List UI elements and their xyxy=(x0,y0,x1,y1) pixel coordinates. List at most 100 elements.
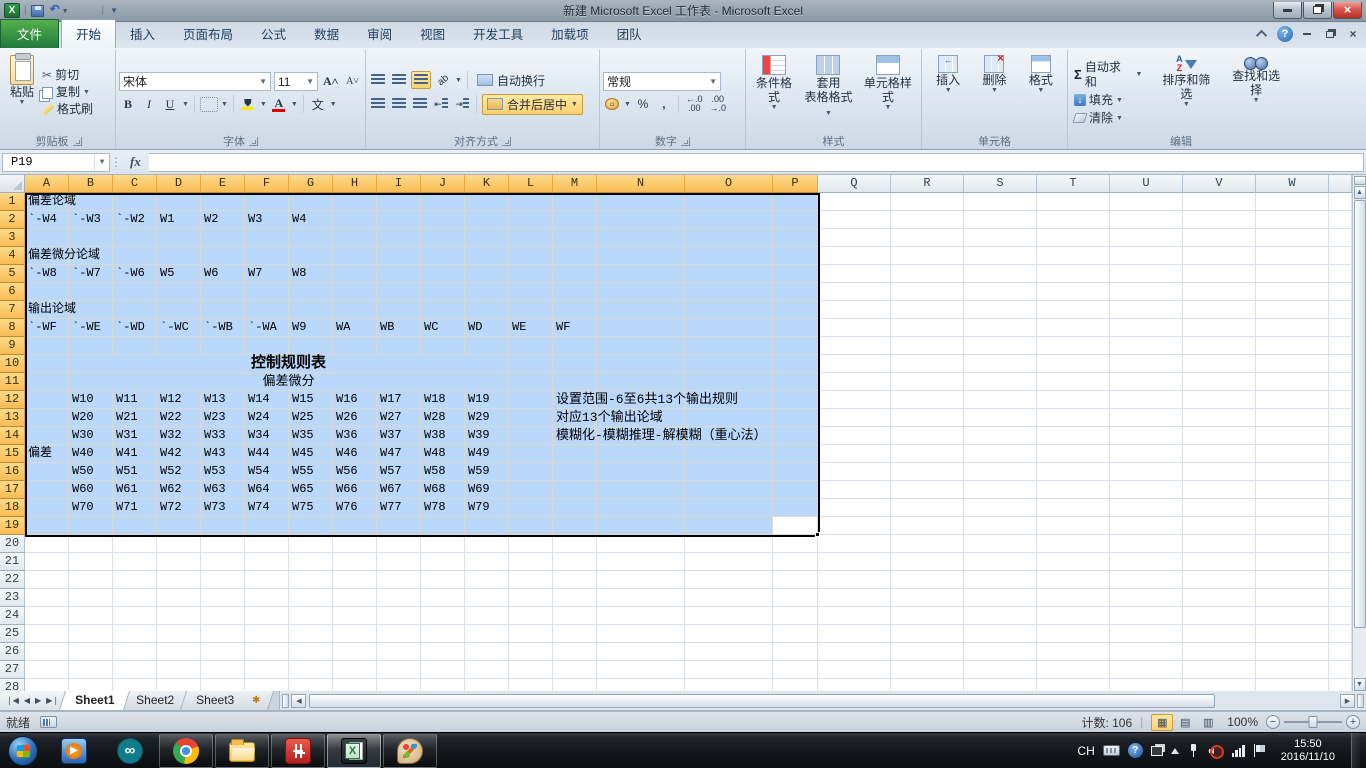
cell-C26[interactable] xyxy=(113,643,157,661)
cell-Q27[interactable] xyxy=(818,661,891,679)
row-header-16[interactable]: 16 xyxy=(0,463,25,481)
cell-V3[interactable] xyxy=(1183,229,1256,247)
cell-A22[interactable] xyxy=(25,571,69,589)
column-header-D[interactable]: D xyxy=(157,175,201,193)
cell-A15[interactable]: 偏差 xyxy=(25,445,69,463)
cell-A1[interactable]: 偏差论域 xyxy=(25,193,69,211)
minimize-button[interactable] xyxy=(1273,2,1302,19)
cell-E7[interactable] xyxy=(201,301,245,319)
cell-G8[interactable]: W9 xyxy=(289,319,333,337)
cell-P20[interactable] xyxy=(773,535,818,553)
column-header-A[interactable]: A xyxy=(25,175,69,193)
row-header-5[interactable]: 5 xyxy=(0,265,25,283)
row-header-20[interactable]: 20 xyxy=(0,535,25,553)
cell-V10[interactable] xyxy=(1183,355,1256,373)
row-header-6[interactable]: 6 xyxy=(0,283,25,301)
cell-U4[interactable] xyxy=(1110,247,1183,265)
cell-S18[interactable] xyxy=(964,499,1037,517)
cell-J9[interactable] xyxy=(421,337,465,355)
cell-M15[interactable] xyxy=(553,445,597,463)
cell-x22[interactable] xyxy=(1329,571,1352,589)
cell-N23[interactable] xyxy=(597,589,685,607)
cell-W23[interactable] xyxy=(1256,589,1329,607)
cell-J23[interactable] xyxy=(421,589,465,607)
cell-V21[interactable] xyxy=(1183,553,1256,571)
cell-H12[interactable]: W16 xyxy=(333,391,377,409)
column-header-Q[interactable]: Q xyxy=(818,175,891,193)
italic-button[interactable]: I xyxy=(140,95,158,113)
cell-U7[interactable] xyxy=(1110,301,1183,319)
cell-E3[interactable] xyxy=(201,229,245,247)
cell-P26[interactable] xyxy=(773,643,818,661)
align-bottom-button[interactable] xyxy=(411,71,431,89)
column-header-E[interactable]: E xyxy=(201,175,245,193)
cell-C23[interactable] xyxy=(113,589,157,607)
cell-I1[interactable] xyxy=(377,193,421,211)
cell-R22[interactable] xyxy=(891,571,964,589)
cell-S5[interactable] xyxy=(964,265,1037,283)
cell-C1[interactable] xyxy=(113,193,157,211)
cell-H2[interactable] xyxy=(333,211,377,229)
scroll-right-button[interactable]: ▶ xyxy=(1340,694,1355,708)
cell-U10[interactable] xyxy=(1110,355,1183,373)
cell-M20[interactable] xyxy=(553,535,597,553)
cell-V15[interactable] xyxy=(1183,445,1256,463)
cell-S27[interactable] xyxy=(964,661,1037,679)
cell-R9[interactable] xyxy=(891,337,964,355)
cell-T1[interactable] xyxy=(1037,193,1110,211)
cell-T9[interactable] xyxy=(1037,337,1110,355)
cell-P2[interactable] xyxy=(773,211,818,229)
cell-x8[interactable] xyxy=(1329,319,1352,337)
cell-J16[interactable]: W58 xyxy=(421,463,465,481)
cell-T3[interactable] xyxy=(1037,229,1110,247)
cell-K9[interactable] xyxy=(465,337,509,355)
cell-B8[interactable]: `-WE xyxy=(69,319,113,337)
cell-V7[interactable] xyxy=(1183,301,1256,319)
cell-J18[interactable]: W78 xyxy=(421,499,465,517)
cell-L25[interactable] xyxy=(509,625,553,643)
cell-Q6[interactable] xyxy=(818,283,891,301)
cell-Q8[interactable] xyxy=(818,319,891,337)
cell-K27[interactable] xyxy=(465,661,509,679)
cell-O21[interactable] xyxy=(685,553,773,571)
cell-M27[interactable] xyxy=(553,661,597,679)
cell-R8[interactable] xyxy=(891,319,964,337)
cell-H3[interactable] xyxy=(333,229,377,247)
cell-O9[interactable] xyxy=(685,337,773,355)
cell-S26[interactable] xyxy=(964,643,1037,661)
cell-B24[interactable] xyxy=(69,607,113,625)
cell-J7[interactable] xyxy=(421,301,465,319)
cell-P11[interactable] xyxy=(773,373,818,391)
ribbon-tab-4[interactable]: 公式 xyxy=(247,20,300,48)
cell-A20[interactable] xyxy=(25,535,69,553)
cell-K25[interactable] xyxy=(465,625,509,643)
cell-G19[interactable] xyxy=(289,517,333,535)
cell-A5[interactable]: `-W8 xyxy=(25,265,69,283)
cell-O3[interactable] xyxy=(685,229,773,247)
cell-x21[interactable] xyxy=(1329,553,1352,571)
cell-W3[interactable] xyxy=(1256,229,1329,247)
cell-F20[interactable] xyxy=(245,535,289,553)
cell-U25[interactable] xyxy=(1110,625,1183,643)
cell-O28[interactable] xyxy=(685,679,773,691)
cell-B26[interactable] xyxy=(69,643,113,661)
cell-D18[interactable]: W72 xyxy=(157,499,201,517)
cell-U13[interactable] xyxy=(1110,409,1183,427)
vertical-split-handle[interactable] xyxy=(1354,176,1366,185)
cell-P24[interactable] xyxy=(773,607,818,625)
insert-cells-button[interactable]: 插入▼ xyxy=(931,52,965,133)
cell-J19[interactable] xyxy=(421,517,465,535)
cell-I23[interactable] xyxy=(377,589,421,607)
row-header-3[interactable]: 3 xyxy=(0,229,25,247)
cell-J3[interactable] xyxy=(421,229,465,247)
cell-T4[interactable] xyxy=(1037,247,1110,265)
align-top-button[interactable] xyxy=(369,71,387,89)
cell-D20[interactable] xyxy=(157,535,201,553)
cell-x18[interactable] xyxy=(1329,499,1352,517)
cell-G5[interactable]: W8 xyxy=(289,265,333,283)
cell-U1[interactable] xyxy=(1110,193,1183,211)
row-header-21[interactable]: 21 xyxy=(0,553,25,571)
row-header-12[interactable]: 12 xyxy=(0,391,25,409)
cell-M21[interactable] xyxy=(553,553,597,571)
cell-x28[interactable] xyxy=(1329,679,1352,691)
